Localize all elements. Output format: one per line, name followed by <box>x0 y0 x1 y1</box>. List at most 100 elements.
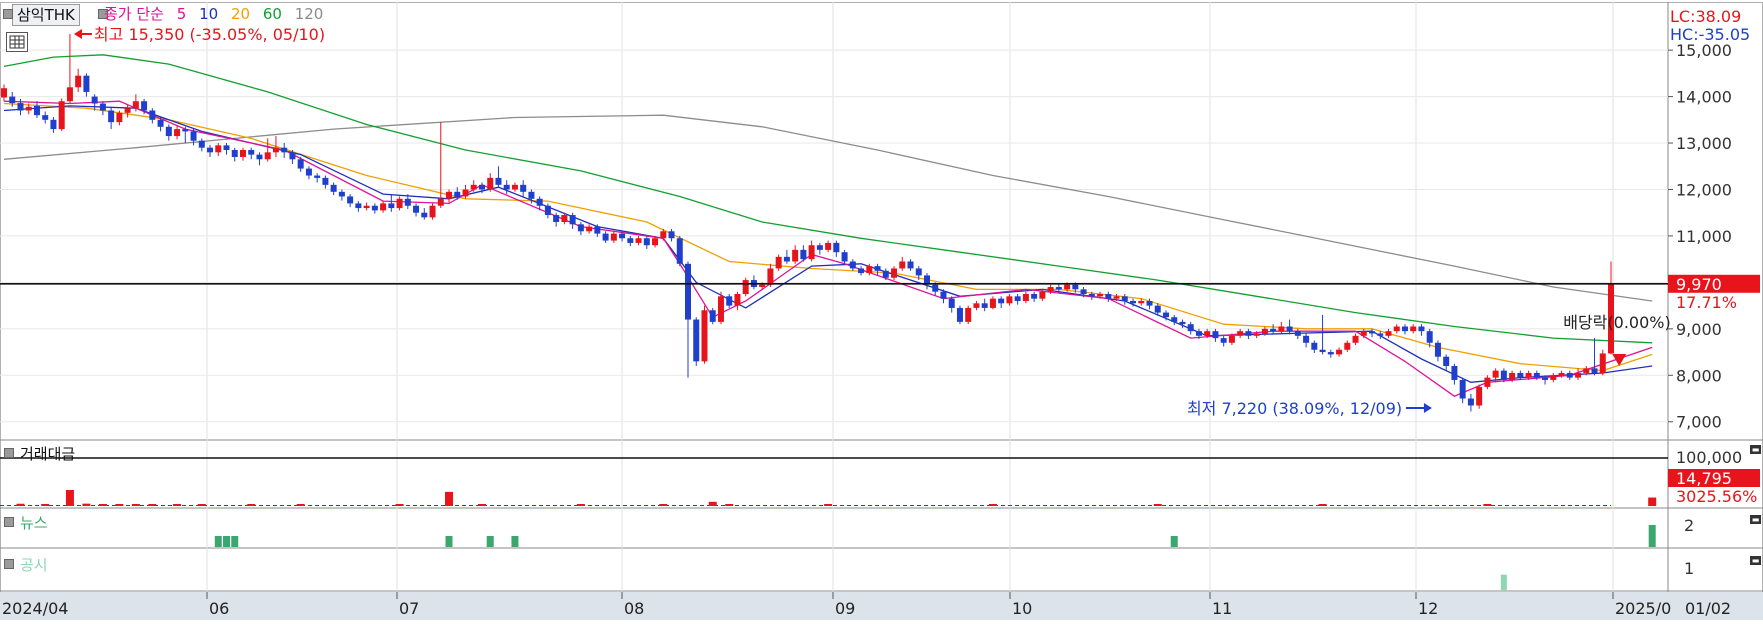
candle <box>577 224 584 232</box>
ma10-label[interactable]: 10 <box>199 5 218 23</box>
candle <box>775 256 782 269</box>
candle <box>948 298 955 308</box>
x-grid <box>206 2 1614 591</box>
candle <box>50 119 57 130</box>
candle <box>940 291 947 299</box>
candle <box>717 296 724 322</box>
candle <box>157 119 164 127</box>
volume-change-text: 3025.56% <box>1676 487 1757 506</box>
candle <box>1336 349 1343 355</box>
candle <box>207 147 214 153</box>
candle <box>553 215 560 222</box>
candle <box>652 238 659 246</box>
ma5-label[interactable]: 5 <box>177 5 187 23</box>
volume-bar <box>65 490 74 506</box>
candle <box>355 203 362 209</box>
volume-bar <box>576 504 585 506</box>
candle <box>734 294 741 306</box>
candle <box>141 101 148 111</box>
disclosure-panel-icon[interactable] <box>4 559 14 569</box>
candle <box>99 103 106 111</box>
candle <box>1261 328 1268 334</box>
candle <box>462 189 469 197</box>
hc-label: HC:-35.05 <box>1670 25 1750 44</box>
news-panel-icon[interactable] <box>4 517 14 527</box>
disclosure-close-button[interactable]: ▬ <box>1750 556 1761 565</box>
news-bar <box>231 536 239 547</box>
candle <box>198 140 205 148</box>
candle <box>511 184 518 190</box>
candle <box>915 268 922 276</box>
volume-bar <box>708 501 717 506</box>
candle <box>33 105 40 116</box>
volume-bar <box>115 504 124 506</box>
candle <box>1385 331 1392 336</box>
candle <box>239 150 246 157</box>
candle <box>42 115 49 120</box>
candle <box>1204 331 1211 336</box>
candle <box>9 96 16 104</box>
candle <box>685 263 692 320</box>
candle <box>668 231 675 239</box>
candle <box>1237 331 1244 336</box>
candle <box>182 129 189 132</box>
disclosure-bar <box>1500 574 1507 590</box>
candle <box>1171 317 1178 322</box>
price-badge-text: 9,970 <box>1676 275 1722 294</box>
candle <box>619 233 626 239</box>
candle <box>1591 368 1598 373</box>
y-tick-label: 13,000 <box>1676 134 1732 153</box>
candle <box>627 238 634 243</box>
candle <box>1162 312 1169 318</box>
candle <box>1319 349 1326 353</box>
candle <box>470 184 477 190</box>
candle <box>907 261 914 269</box>
disclosure-panel-label: 공시 <box>20 556 48 574</box>
candle <box>83 75 90 92</box>
low-label: 최저 7,220 (38.09%, 12/09) <box>1187 399 1402 418</box>
stock-name-tab[interactable]: 삼익THK <box>12 4 80 26</box>
candle <box>478 184 485 190</box>
candle <box>520 184 527 192</box>
news-bar <box>486 536 494 547</box>
ma60-line <box>3 54 1653 344</box>
candle <box>231 150 238 157</box>
candle <box>1509 372 1516 380</box>
chart-canvas[interactable]: 2024/04 06 07 08 09 10 11 12 2025/0 01/0215,00014… <box>0 0 1763 620</box>
volume-bar <box>659 504 668 506</box>
volume-bar <box>148 504 157 506</box>
candle <box>363 205 370 209</box>
candle <box>223 145 230 150</box>
candle <box>1245 331 1252 336</box>
ma120-label[interactable]: 120 <box>295 5 324 23</box>
news-bar <box>223 536 231 547</box>
candle <box>1492 370 1499 378</box>
x-tick-label: 09 <box>835 599 855 618</box>
y-tick-label: 8,000 <box>1676 366 1722 385</box>
candle <box>1195 331 1202 336</box>
ma20-label[interactable]: 20 <box>231 5 250 23</box>
series-title: 종가 단순 <box>104 5 164 23</box>
candle <box>1500 370 1507 380</box>
candle <box>338 191 345 197</box>
candle <box>305 168 312 176</box>
candle <box>1393 326 1400 332</box>
table-view-button[interactable] <box>6 32 28 52</box>
candle <box>989 298 996 308</box>
news-close-button[interactable]: ▬ <box>1750 515 1761 524</box>
volume-panel-icon[interactable] <box>4 448 14 458</box>
panel-menu-icon[interactable] <box>3 9 13 19</box>
stock-chart[interactable]: 2024/04 06 07 08 09 10 11 12 2025/0 01/02 15,000 14… <box>0 0 1763 620</box>
candle <box>1401 326 1408 332</box>
volume-close-button[interactable]: ▬ <box>1750 445 1761 454</box>
volume-bar <box>16 503 25 506</box>
candle <box>289 152 296 160</box>
candle <box>132 101 139 109</box>
y-tick-label: 7,000 <box>1676 413 1722 432</box>
ma60-label[interactable]: 60 <box>263 5 282 23</box>
candle <box>314 175 321 178</box>
volume-bar <box>173 504 182 506</box>
candle <box>256 154 263 160</box>
candle <box>1031 294 1038 299</box>
candle <box>610 233 617 241</box>
